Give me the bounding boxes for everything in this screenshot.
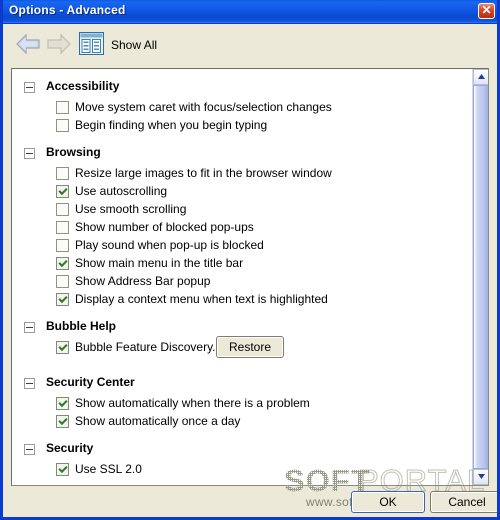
option-label: Show main menu in the title bar [75, 256, 244, 270]
group-header: Security Center [12, 373, 472, 395]
option-row: Play sound when pop-up is blocked [12, 237, 472, 255]
group-title: Bubble Help [46, 319, 117, 333]
toolbar: Show All [3, 24, 497, 62]
cancel-button[interactable]: Cancel [430, 491, 497, 513]
title-bar: Options - Advanced ✕ [3, 0, 497, 24]
option-label: Show number of blocked pop-ups [75, 220, 254, 234]
options-advanced-dialog: Options - Advanced ✕ Show All Accessibil… [0, 0, 500, 520]
show-all-label: Show All [111, 38, 158, 52]
checkbox[interactable] [56, 463, 69, 476]
option-label: Show automatically when there is a probl… [75, 396, 310, 410]
option-row: Show main menu in the title bar [12, 255, 472, 273]
vertical-scrollbar[interactable] [472, 69, 488, 485]
group-header: Accessibility [12, 77, 472, 99]
back-arrow-icon[interactable] [15, 33, 41, 55]
option-row: Bubble Feature Discovery. Restore [12, 336, 472, 365]
chevron-down-icon[interactable] [473, 469, 488, 485]
option-row: Use SSL 2.0 [12, 461, 472, 479]
window-title: Options - Advanced [9, 3, 126, 17]
checkbox[interactable] [56, 275, 69, 288]
options-group: Security Use SSL 2.0 [12, 439, 472, 485]
option-label: Move system caret with focus/selection c… [75, 100, 332, 114]
options-group: Browsing Resize large images to fit in th… [12, 143, 472, 317]
option-label: Use autoscrolling [75, 184, 168, 198]
checkbox[interactable] [56, 203, 69, 216]
checkbox[interactable] [56, 101, 69, 114]
option-row: Show Address Bar popup [12, 273, 472, 291]
checkbox[interactable] [56, 119, 69, 132]
options-list-panel: Accessibility Move system caret with focu… [11, 68, 489, 486]
option-label: Play sound when pop-up is blocked [75, 238, 264, 252]
show-all-icon[interactable] [79, 32, 104, 55]
option-label: Begin finding when you begin typing [75, 118, 268, 132]
group-title: Security Center [46, 375, 135, 389]
group-title: Browsing [46, 145, 101, 159]
option-row: Resize large images to fit in the browse… [12, 165, 472, 183]
checkbox[interactable] [56, 239, 69, 252]
restore-button[interactable]: Restore [216, 336, 284, 358]
option-row: Begin finding when you begin typing [12, 117, 472, 135]
ok-button[interactable]: OK [351, 491, 425, 513]
option-label: Display a context menu when text is high… [75, 292, 328, 306]
collapse-minus-icon[interactable] [24, 322, 35, 333]
forward-arrow-icon[interactable] [46, 33, 72, 55]
checkbox[interactable] [56, 221, 69, 234]
option-label: Use SSL 2.0 [75, 462, 142, 476]
checkbox[interactable] [56, 293, 69, 306]
option-label: Use smooth scrolling [75, 202, 187, 216]
checkbox[interactable] [56, 167, 69, 180]
options-group: Security Center Show automatically when t… [12, 373, 472, 439]
option-label: Show automatically once a day [75, 414, 241, 428]
option-row: Use smooth scrolling [12, 201, 472, 219]
option-row: Show automatically when there is a probl… [12, 395, 472, 413]
option-label: Resize large images to fit in the browse… [75, 166, 332, 180]
options-group: Bubble Help Bubble Feature Discovery. Rest… [12, 317, 472, 373]
options-list: Accessibility Move system caret with focu… [12, 69, 472, 485]
chevron-up-icon[interactable] [473, 69, 488, 85]
option-label: Show Address Bar popup [75, 274, 211, 288]
collapse-minus-icon[interactable] [24, 148, 35, 159]
option-row: Move system caret with focus/selection c… [12, 99, 472, 117]
options-group: Accessibility Move system caret with focu… [12, 77, 472, 143]
group-header: Browsing [12, 143, 472, 165]
option-label: Bubble Feature Discovery. [75, 340, 216, 354]
collapse-minus-icon[interactable] [24, 444, 35, 455]
scrollbar-thumb[interactable] [473, 85, 488, 469]
checkbox[interactable] [56, 341, 69, 354]
close-glyph: ✕ [481, 3, 492, 17]
checkbox[interactable] [56, 397, 69, 410]
option-row: Use autoscrolling [12, 183, 472, 201]
checkbox[interactable] [56, 185, 69, 198]
checkbox[interactable] [56, 257, 69, 270]
group-title: Security [46, 441, 94, 455]
checkbox[interactable] [56, 415, 69, 428]
collapse-minus-icon[interactable] [24, 378, 35, 389]
scrollbar-track[interactable] [473, 85, 488, 469]
group-header: Security [12, 439, 472, 461]
close-icon[interactable]: ✕ [478, 3, 495, 19]
option-row: Show automatically once a day [12, 413, 472, 431]
option-row: Display a context menu when text is high… [12, 291, 472, 309]
group-title: Accessibility [46, 79, 120, 93]
option-row: Show number of blocked pop-ups [12, 219, 472, 237]
collapse-minus-icon[interactable] [24, 82, 35, 93]
